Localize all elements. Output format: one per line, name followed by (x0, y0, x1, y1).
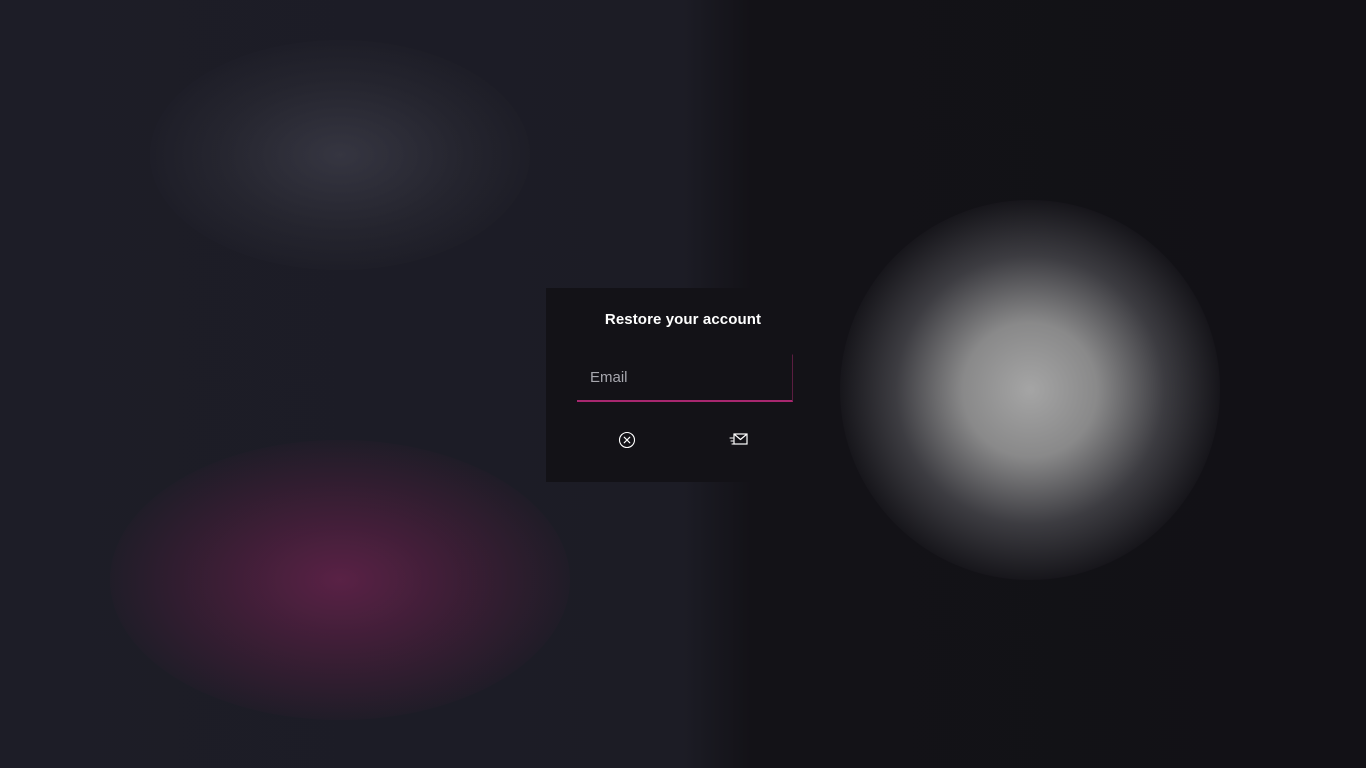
background-blur-white (840, 200, 1220, 580)
background-blur-pink (110, 440, 570, 720)
cancel-button[interactable] (616, 429, 638, 451)
send-mail-icon (729, 433, 748, 445)
background-blur-gray (150, 40, 530, 270)
restore-account-dialog: Restore your account (546, 288, 820, 482)
send-button[interactable] (728, 429, 750, 451)
dialog-title: Restore your account (604, 311, 762, 328)
email-field-container (577, 354, 793, 402)
email-field[interactable] (577, 355, 792, 400)
close-circle-icon (618, 431, 636, 449)
